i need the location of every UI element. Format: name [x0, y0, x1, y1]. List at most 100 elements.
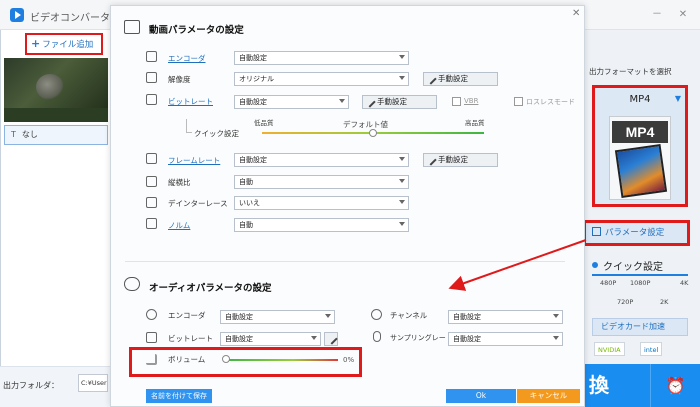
framerate-manual-button[interactable]: 手動設定	[423, 153, 498, 167]
video-bitrate-select[interactable]: 自動設定	[234, 95, 349, 109]
microphone-icon	[373, 331, 381, 342]
default-value-label: デフォルト値	[343, 120, 388, 129]
minimize-button[interactable]: －	[650, 8, 664, 22]
framerate-label[interactable]: フレームレート	[168, 155, 220, 166]
select-format-label: 出力フォーマットを選択	[589, 67, 672, 76]
format-selector[interactable]: MP4 ▼ MP4	[592, 85, 688, 207]
framerate-select[interactable]: 自動設定	[234, 153, 409, 167]
subtitle-value: なし	[21, 130, 38, 139]
caret-down-icon	[339, 99, 345, 103]
channel-value: 自動設定	[453, 313, 481, 321]
caret-down-icon: ▼	[674, 94, 681, 103]
nvidia-badge: NVIDIA	[594, 342, 625, 356]
norm-select[interactable]: 自動	[234, 218, 409, 232]
quick-settings-slider[interactable]	[592, 274, 688, 276]
norm-label[interactable]: ノルム	[168, 220, 190, 231]
deinterlace-label: デインターレース	[168, 199, 228, 208]
video-thumbnail[interactable]	[4, 58, 108, 122]
convert-button[interactable]: 換	[585, 364, 650, 407]
aspect-select[interactable]: 自動	[234, 175, 409, 189]
alarm-clock-icon[interactable]: ⏰	[650, 364, 700, 407]
bitrate-manual-button[interactable]: 手動設定	[362, 95, 437, 109]
caret-down-icon	[553, 314, 559, 318]
volume-slider-track[interactable]	[226, 359, 338, 361]
pencil-icon	[425, 73, 437, 85]
audio-bitrate-select[interactable]: 自動設定	[220, 332, 321, 346]
cancel-button[interactable]: キャンセル	[517, 389, 580, 403]
sample-rate-label: サンプリングレート	[390, 334, 453, 342]
quality-slider-thumb[interactable]	[369, 129, 377, 137]
resolution-icon	[146, 72, 157, 83]
deinterlace-icon	[146, 197, 157, 208]
text-icon: T	[11, 130, 16, 139]
audio-bitrate-value: 自動設定	[225, 335, 253, 343]
caret-down-icon	[399, 55, 405, 59]
norm-value: 自動	[239, 221, 253, 229]
video-encoder-label[interactable]: エンコーダ	[168, 53, 206, 64]
add-file-button[interactable]: + ファイル追加	[25, 33, 103, 55]
caret-down-icon	[399, 179, 405, 183]
audio-encoder-label: エンコーダ	[168, 311, 206, 320]
save-as-button[interactable]: 名前を付けて保存	[146, 389, 212, 403]
aspect-label: 縦横比	[168, 178, 191, 187]
app-logo-icon	[10, 8, 24, 22]
red-arrow-annotation	[448, 239, 587, 291]
sample-rate-select[interactable]: 自動設定	[448, 332, 563, 346]
video-section-title: 動画パラメータの設定	[149, 25, 244, 36]
video-encoder-select[interactable]: 自動設定	[234, 51, 409, 65]
audio-bitrate-edit-button[interactable]	[324, 332, 338, 346]
mp4-format-icon: MP4	[609, 116, 671, 200]
caret-down-icon	[325, 314, 331, 318]
tick-1080p: 1080P	[630, 279, 651, 287]
sample-rate-value: 自動設定	[453, 335, 481, 343]
bitrate-manual-label: 手動設定	[377, 97, 407, 106]
deinterlace-value: いいえ	[239, 199, 260, 207]
dialog-close-button[interactable]: ✕	[572, 8, 580, 19]
caret-down-icon	[399, 200, 405, 204]
resolution-manual-button[interactable]: 手動設定	[423, 72, 498, 86]
tick-720p: 720P	[617, 298, 634, 306]
aspect-ratio-icon	[146, 176, 157, 187]
channel-select[interactable]: 自動設定	[448, 310, 563, 324]
vbr-checkbox[interactable]	[452, 97, 461, 106]
resolution-select[interactable]: オリジナル	[234, 72, 409, 86]
volume-slider-thumb[interactable]	[222, 355, 230, 363]
aspect-value: 自動	[239, 178, 253, 186]
quick-settings-bullet	[592, 262, 598, 268]
resolution-value: オリジナル	[239, 75, 274, 83]
audio-encoder-value: 自動設定	[225, 313, 253, 321]
framerate-value: 自動設定	[239, 156, 267, 164]
encoder-icon	[146, 51, 157, 62]
volume-percent: 0%	[343, 356, 355, 364]
video-settings-icon	[124, 20, 140, 34]
close-window-button[interactable]: ✕	[676, 8, 690, 22]
volume-bars-icon	[146, 354, 157, 365]
tick-480p: 480P	[600, 279, 617, 287]
subtitle-select[interactable]: T なし	[4, 125, 108, 145]
quick-setting-label: クイック設定	[194, 129, 239, 138]
audio-bitrate-icon	[146, 332, 157, 343]
lossless-checkbox[interactable]	[514, 97, 523, 106]
gpu-acceleration-button[interactable]: ビデオカード加速	[592, 318, 688, 336]
deinterlace-select[interactable]: いいえ	[234, 196, 409, 210]
resolution-label: 解像度	[168, 75, 191, 84]
speaker-icon	[146, 309, 157, 320]
bitrate-icon	[146, 94, 157, 105]
format-name: MP4	[629, 94, 651, 105]
audio-bitrate-label: ビットレート	[168, 334, 213, 343]
audio-encoder-select[interactable]: 自動設定	[220, 310, 335, 324]
output-folder-input[interactable]: C:¥Users¥	[78, 374, 108, 392]
caret-down-icon	[399, 222, 405, 226]
plus-icon: +	[31, 37, 41, 50]
pencil-icon	[425, 154, 437, 166]
high-quality-label: 高品質	[465, 119, 485, 127]
low-quality-label: 低品質	[254, 119, 274, 127]
resolution-manual-label: 手動設定	[438, 74, 468, 83]
channel-icon	[371, 309, 382, 320]
add-file-label: ファイル追加	[42, 40, 94, 50]
volume-highlight	[129, 347, 362, 377]
parameter-settings-button[interactable]: パラメータ設定	[583, 220, 690, 246]
video-bitrate-label[interactable]: ビットレート	[168, 96, 213, 107]
ok-button[interactable]: Ok	[446, 389, 516, 403]
volume-label: ボリューム	[168, 355, 206, 364]
